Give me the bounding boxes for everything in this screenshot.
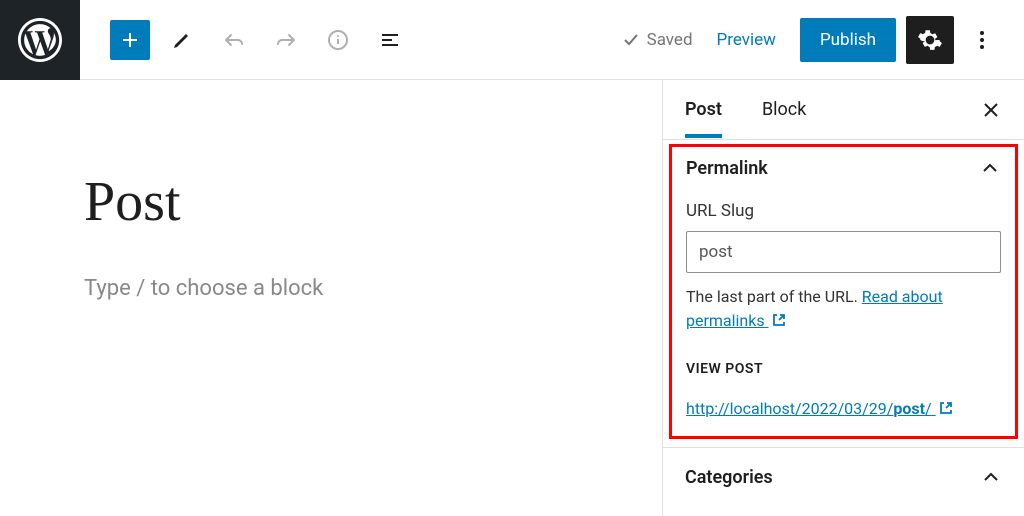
wordpress-icon [18,18,62,62]
close-icon [980,99,1002,121]
url-slug-label: URL Slug [686,201,1001,221]
outline-icon [378,28,402,52]
url-slug-input[interactable] [686,231,1001,273]
editor-topbar: Saved Preview Publish [0,0,1024,80]
permalink-panel-toggle[interactable]: Permalink [686,157,1001,179]
categories-panel-toggle[interactable]: Categories [685,466,1002,488]
wp-logo-button[interactable] [0,0,80,80]
info-button[interactable] [318,20,358,60]
pencil-icon [170,28,194,52]
settings-sidebar: Post Block Permalink URL Slug The last p… [662,80,1024,516]
publish-button[interactable]: Publish [800,18,896,62]
tool-right-group: Saved Preview Publish [621,16,1024,64]
chevron-up-icon [980,466,1002,488]
tab-post[interactable]: Post [685,81,722,138]
editor-canvas[interactable]: Post Type / to choose a block [0,80,662,516]
kebab-icon [970,28,994,52]
outline-button[interactable] [370,20,410,60]
settings-button[interactable] [906,16,954,64]
plus-icon [118,28,142,52]
saved-status: Saved [621,30,693,50]
tools-button[interactable] [162,20,202,60]
permalink-title: Permalink [686,158,768,179]
info-icon [326,28,350,52]
gear-icon [917,27,943,53]
redo-button[interactable] [266,20,306,60]
permalink-url-link[interactable]: http://localhost/2022/03/29/post/ [686,399,954,418]
close-sidebar-button[interactable] [980,99,1002,121]
permalink-panel: Permalink URL Slug The last part of the … [669,144,1018,439]
external-link-icon [771,312,787,328]
redo-icon [274,28,298,52]
undo-button[interactable] [214,20,254,60]
block-placeholder[interactable]: Type / to choose a block [84,276,578,301]
categories-panel: Categories [663,447,1024,506]
more-options-button[interactable] [964,16,1000,64]
categories-title: Categories [685,467,773,488]
view-post-label: VIEW POST [686,361,1001,377]
tool-left-group [80,20,440,60]
undo-icon [222,28,246,52]
add-block-button[interactable] [110,20,150,60]
external-link-icon [938,400,954,416]
saved-label: Saved [647,30,693,50]
tab-block[interactable]: Block [762,81,806,138]
check-icon [621,30,641,50]
sidebar-tabs: Post Block [663,80,1024,140]
slug-help-text: The last part of the URL. Read about per… [686,285,1001,333]
preview-button[interactable]: Preview [703,30,790,50]
post-title[interactable]: Post [84,170,578,234]
chevron-up-icon [979,157,1001,179]
